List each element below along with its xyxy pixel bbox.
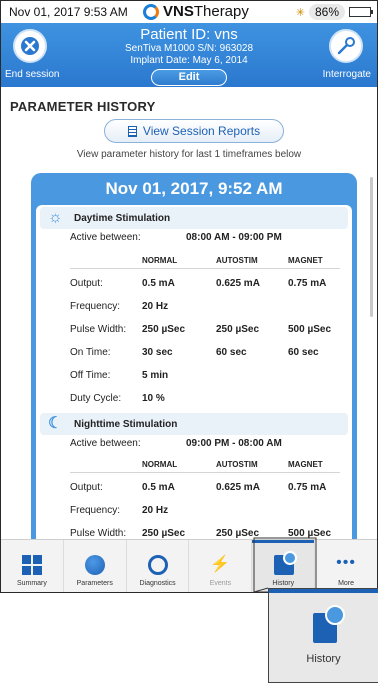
tab-history-label: History bbox=[272, 580, 295, 587]
col-autostim: AUTOSTIM bbox=[216, 460, 258, 469]
brand-logo: VNS Therapy bbox=[143, 3, 249, 20]
nighttime-active-row: Active between: 09:00 PM - 08:00 AM bbox=[70, 435, 340, 453]
battery-percent: 86% bbox=[308, 4, 345, 20]
col-magnet: MAGNET bbox=[288, 460, 323, 469]
col-normal: NORMAL bbox=[142, 460, 178, 469]
table-row: Pulse Width: 250 µSec 250 µSec 500 µSec bbox=[70, 528, 332, 539]
table-row: Frequency: 20 Hz bbox=[70, 505, 169, 516]
zoom-history-label: History bbox=[306, 653, 341, 665]
view-session-reports-label: View Session Reports bbox=[142, 124, 261, 138]
table-row: Off Time: 5 min bbox=[70, 370, 169, 381]
summary-icon bbox=[21, 555, 42, 575]
daytime-label: Daytime Stimulation bbox=[74, 213, 171, 224]
status-bar: Nov 01, 2017 9:53 AM VNS Therapy ✳ 86% bbox=[1, 1, 377, 23]
brand-rest: Therapy bbox=[193, 3, 249, 20]
tab-more-label: More bbox=[338, 580, 355, 587]
tab-diagnostics-label: Diagnostics bbox=[139, 580, 176, 587]
lightning-icon: ⚡ bbox=[210, 556, 231, 573]
daytime-active-row: Active between: 08:00 AM - 09:00 PM bbox=[70, 229, 340, 247]
document-icon bbox=[127, 125, 137, 137]
implant-date: Implant Date: May 6, 2014 bbox=[130, 55, 248, 66]
tab-events-label: Events bbox=[209, 580, 232, 587]
nighttime-column-header: NORMAL AUTOSTIM MAGNET bbox=[70, 455, 340, 473]
moon-icon: ☾ bbox=[48, 415, 63, 432]
tab-history[interactable]: History bbox=[252, 540, 316, 592]
col-autostim: AUTOSTIM bbox=[216, 256, 258, 265]
daytime-column-header: NORMAL AUTOSTIM MAGNET bbox=[70, 251, 340, 269]
history-zoom-callout: History bbox=[268, 588, 378, 683]
status-datetime: Nov 01, 2017 9:53 AM bbox=[9, 5, 128, 19]
col-normal: NORMAL bbox=[142, 256, 178, 265]
card-body: ☼ Daytime Stimulation Active between: 08… bbox=[36, 205, 352, 539]
table-row: Frequency: 20 Hz bbox=[70, 301, 169, 312]
device-screen: Nov 01, 2017 9:53 AM VNS Therapy ✳ 86% E… bbox=[0, 0, 378, 593]
patient-header: End session Patient ID: vns SenTiva M100… bbox=[1, 23, 377, 87]
patient-info: Patient ID: vns SenTiva M1000 S/N: 96302… bbox=[1, 26, 377, 86]
scrollbar[interactable] bbox=[370, 177, 373, 317]
table-row: Output: 0.5 mA 0.625 mA 0.75 mA bbox=[70, 482, 327, 493]
edit-button[interactable]: Edit bbox=[151, 69, 227, 86]
tab-parameters[interactable]: Parameters bbox=[64, 540, 127, 592]
active-value: 09:00 PM - 08:00 AM bbox=[186, 438, 282, 449]
history-icon bbox=[313, 605, 345, 643]
col-magnet: MAGNET bbox=[288, 256, 323, 265]
page-title: PARAMETER HISTORY bbox=[10, 99, 156, 114]
sun-icon: ☼ bbox=[48, 209, 63, 226]
nighttime-section-header: ☾ Nighttime Stimulation bbox=[40, 413, 348, 435]
tab-more[interactable]: ••• More bbox=[315, 540, 377, 592]
tab-summary[interactable]: Summary bbox=[1, 540, 64, 592]
interrogate-button[interactable] bbox=[329, 29, 363, 63]
battery-icon bbox=[349, 7, 373, 17]
wand-icon bbox=[337, 37, 355, 55]
interrogate-label: Interrogate bbox=[322, 69, 371, 80]
status-right: ✳ 86% bbox=[295, 4, 373, 20]
history-note: View parameter history for last 1 timefr… bbox=[76, 149, 302, 160]
table-row: Output: 0.5 mA 0.625 mA 0.75 mA bbox=[70, 278, 327, 289]
table-row: Pulse Width: 250 µSec 250 µSec 500 µSec bbox=[70, 324, 332, 335]
brand-bold: VNS bbox=[163, 3, 194, 20]
active-value: 08:00 AM - 09:00 PM bbox=[186, 232, 282, 243]
history-icon bbox=[274, 551, 298, 575]
tab-parameters-label: Parameters bbox=[76, 580, 113, 587]
nighttime-label: Nighttime Stimulation bbox=[74, 419, 178, 430]
history-card: Nov 01, 2017, 9:52 AM ☼ Daytime Stimulat… bbox=[31, 173, 357, 539]
bluetooth-icon: ✳ bbox=[295, 6, 305, 19]
active-label: Active between: bbox=[70, 232, 141, 243]
daytime-section-header: ☼ Daytime Stimulation bbox=[40, 207, 348, 229]
tab-bar: Summary Parameters Diagnostics ⚡ Events … bbox=[1, 539, 377, 592]
table-row: Duty Cycle: 10 % bbox=[70, 393, 165, 404]
main-content[interactable]: PARAMETER HISTORY View Session Reports V… bbox=[1, 87, 377, 539]
tab-summary-label: Summary bbox=[16, 580, 47, 587]
tab-events[interactable]: ⚡ Events bbox=[189, 540, 253, 592]
active-label: Active between: bbox=[70, 438, 141, 449]
diagnostics-icon bbox=[147, 555, 168, 575]
more-icon: ••• bbox=[336, 554, 356, 571]
table-row: On Time: 30 sec 60 sec 60 sec bbox=[70, 347, 319, 358]
parameters-icon bbox=[84, 555, 105, 575]
device-serial: SenTiva M1000 S/N: 963028 bbox=[124, 43, 254, 54]
vns-logo-icon bbox=[143, 3, 159, 20]
card-title: Nov 01, 2017, 9:52 AM bbox=[105, 179, 283, 198]
view-session-reports-button[interactable]: View Session Reports bbox=[104, 119, 284, 143]
tab-diagnostics[interactable]: Diagnostics bbox=[127, 540, 190, 592]
patient-id: Patient ID: vns bbox=[140, 26, 238, 43]
